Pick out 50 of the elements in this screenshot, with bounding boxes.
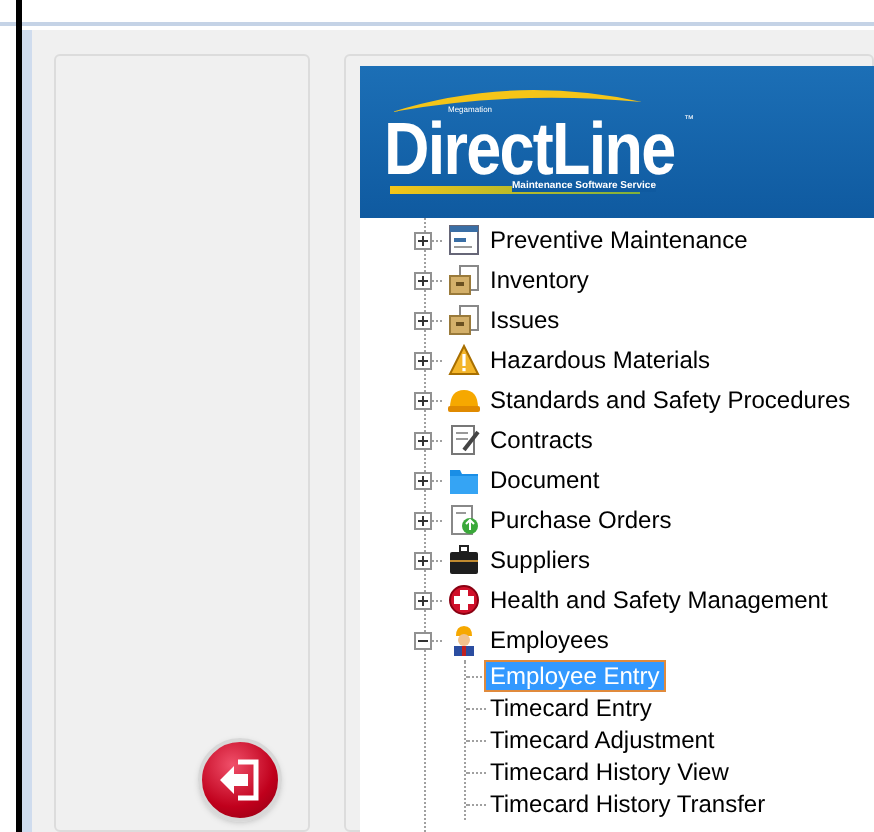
plus-icon bbox=[416, 233, 430, 247]
plus-icon bbox=[416, 273, 430, 287]
tree-item[interactable]: Purchase Orders bbox=[490, 502, 672, 538]
plus-icon bbox=[416, 513, 430, 527]
tree-item[interactable]: Hazardous Materials bbox=[490, 342, 711, 378]
expand-toggle[interactable] bbox=[414, 551, 432, 569]
expand-toggle[interactable] bbox=[414, 271, 432, 289]
expand-toggle[interactable] bbox=[414, 351, 432, 369]
tree-item[interactable]: Timecard Entry bbox=[486, 694, 656, 722]
worker-icon bbox=[448, 624, 480, 656]
expand-toggle[interactable] bbox=[414, 391, 432, 409]
plus-icon bbox=[416, 433, 430, 447]
tree-item[interactable]: Inventory bbox=[490, 262, 589, 298]
swoosh-icon bbox=[392, 86, 642, 114]
box-icon bbox=[448, 304, 480, 336]
warning-icon bbox=[448, 344, 480, 376]
expand-toggle[interactable] bbox=[414, 511, 432, 529]
expand-toggle[interactable] bbox=[414, 431, 432, 449]
tree-item[interactable]: Suppliers bbox=[490, 542, 591, 578]
tree-item[interactable]: Standards and Safety Procedures bbox=[490, 382, 851, 418]
tree-item[interactable]: Health and Safety Management bbox=[490, 582, 828, 618]
plus-icon bbox=[416, 353, 430, 367]
expand-toggle[interactable] bbox=[414, 311, 432, 329]
tree-item[interactable]: Issues bbox=[490, 302, 560, 338]
tree-item[interactable]: Timecard History View bbox=[486, 758, 733, 786]
tree-item[interactable]: Contracts bbox=[490, 422, 593, 458]
tree-item[interactable]: Timecard Adjustment bbox=[486, 726, 719, 754]
expand-toggle[interactable] bbox=[414, 231, 432, 249]
plus-icon bbox=[416, 553, 430, 567]
document-icon bbox=[448, 504, 480, 536]
folder-icon bbox=[448, 464, 480, 496]
tree-item[interactable]: Employees bbox=[490, 622, 609, 658]
tree-item[interactable]: Timecard History Transfer bbox=[486, 790, 770, 818]
exit-icon bbox=[216, 758, 264, 802]
plus-icon bbox=[416, 313, 430, 327]
tree-item[interactable]: Document bbox=[490, 462, 600, 498]
expand-toggle[interactable] bbox=[414, 591, 432, 609]
plus-icon bbox=[416, 593, 430, 607]
logo-text: DirectLine bbox=[384, 122, 675, 178]
form-icon bbox=[448, 224, 480, 256]
plus-icon bbox=[416, 473, 430, 487]
box-icon bbox=[448, 264, 480, 296]
briefcase-icon bbox=[448, 544, 480, 576]
collapse-toggle[interactable] bbox=[414, 631, 432, 649]
expand-toggle[interactable] bbox=[414, 471, 432, 489]
hard-hat-icon bbox=[448, 384, 480, 416]
plus-icon bbox=[416, 393, 430, 407]
tree-item[interactable]: Preventive Maintenance bbox=[490, 222, 748, 258]
medical-cross-icon bbox=[448, 584, 480, 616]
notepad-icon bbox=[448, 424, 480, 456]
